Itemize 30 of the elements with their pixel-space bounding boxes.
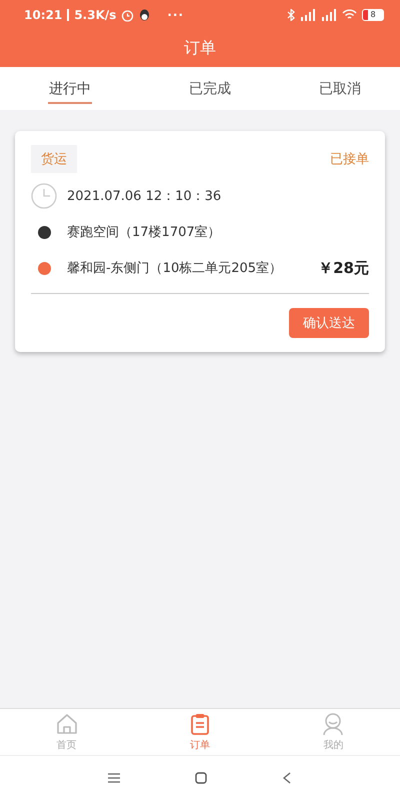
confirm-delivery-button[interactable]: 确认送达	[289, 308, 369, 338]
more-icon: ···	[167, 8, 184, 22]
page-title: 订单	[183, 37, 217, 59]
bluetooth-icon	[287, 9, 295, 21]
home-icon	[54, 712, 79, 736]
signal-icon	[300, 9, 316, 21]
nav-item[interactable]: 首页	[0, 709, 134, 755]
tab[interactable]: 已完成	[140, 67, 280, 110]
menu-icon[interactable]	[108, 773, 120, 783]
nav-item[interactable]: 我的	[266, 709, 400, 755]
alarm-icon	[121, 8, 134, 22]
battery-icon: 8	[362, 9, 384, 21]
signal-icon	[321, 9, 337, 21]
clock-icon	[31, 183, 57, 209]
home-button-icon[interactable]	[195, 772, 207, 784]
order-time: 2021.07.06 12：10：36	[67, 188, 222, 205]
tab[interactable]: 已取消	[280, 67, 400, 110]
network-speed: 5.3K/s	[74, 8, 116, 22]
status-time: 10:21	[24, 8, 62, 22]
order-type-tag: 货运	[31, 145, 77, 173]
user-icon	[321, 712, 346, 736]
address: 赛跑空间（17楼1707室）	[67, 224, 221, 241]
nav-item[interactable]: 订单	[133, 709, 267, 755]
tab[interactable]: 进行中	[0, 67, 140, 110]
address: 馨和园-东侧门（10栋二单元205室）	[67, 260, 282, 277]
price: ￥28元	[318, 258, 369, 278]
order-status: 已接单	[330, 151, 369, 168]
wifi-icon	[342, 9, 357, 21]
back-icon[interactable]	[282, 772, 292, 784]
app-icon	[139, 9, 150, 21]
